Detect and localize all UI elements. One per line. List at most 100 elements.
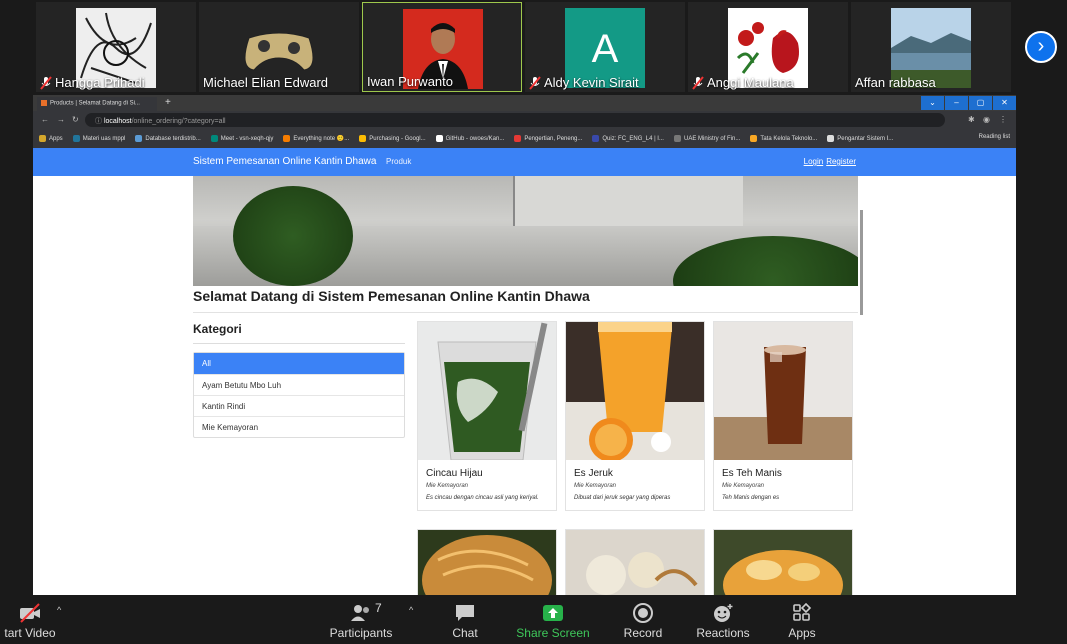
welcome-heading: Selamat Datang di Sistem Pemesanan Onlin… [193,288,590,304]
participant-name: Michael Elian Edward [203,75,329,90]
url-host: localhost [103,118,132,125]
category-item-all[interactable]: All [194,353,404,374]
bookmark-item[interactable]: Quiz: FC_ENG_L4 | I... [592,135,664,142]
participant-name: Anggi Maulana [707,75,794,90]
participant-tile[interactable]: Michael Elian Edward [199,2,359,92]
apps-grid-icon [793,603,812,621]
reactions-smiley-icon [714,604,733,622]
participants-button[interactable]: 7 Participants [325,595,397,644]
product-card[interactable] [565,529,705,595]
bookmark-item[interactable]: Pengantar Sistem I... [827,135,893,142]
hero-banner-image [193,176,858,286]
reactions-label: Reactions [696,626,750,640]
video-off-icon [20,603,40,623]
gamepad-extension-icon[interactable]: ◉ [983,115,990,124]
product-image [418,530,556,595]
bookmark-item[interactable]: Everything note 🙂... [283,135,349,142]
new-tab-plus-icon[interactable]: + [165,97,171,108]
product-description: Es cincau dengan cincau asli yang keriya… [426,495,539,501]
bookmark-item[interactable]: Apps [39,135,63,142]
product-name: Es Teh Manis [722,468,782,479]
participant-tile[interactable]: A Aldy Kevin Sirait [525,2,685,92]
minimize-icon[interactable]: – [945,96,968,110]
bookmarks-bar: Apps Materi uas mppl Database terdistrib… [33,129,1016,148]
bookmark-item[interactable]: Meet - vsn-xeqh-qjy [210,135,273,142]
back-arrow-icon[interactable]: ← [41,115,49,124]
product-category: Mie Kemayoran [574,483,617,489]
site-brand[interactable]: Sistem Pemesanan Online Kantin Dhawa [193,156,376,167]
reload-icon[interactable]: ↻ [72,115,79,124]
tab-search-chevron-icon[interactable]: ⌄ [921,96,944,110]
product-card[interactable] [713,529,853,595]
participant-tile[interactable]: Affan rabbasa [851,2,1011,92]
extensions-icon[interactable]: ✱ [968,115,975,124]
apps-label: Apps [788,626,816,640]
product-card[interactable]: Es Jeruk Mie Kemayoran Dibuat dari jeruk… [565,321,705,511]
browser-tab[interactable]: Products | Selamat Datang di Si... [37,97,157,111]
participants-label: Participants [329,626,393,640]
category-list: All Ayam Betutu Mbo Luh Kantin Rindi Mie… [193,352,405,438]
product-category: Mie Kemayoran [426,483,469,489]
close-icon[interactable]: ✕ [993,96,1016,110]
next-page-arrow-icon[interactable]: › [1025,31,1057,63]
divider [193,343,405,344]
zoom-toolbar: tart Video ^ 7 Participants ^ Chat Share… [0,595,1067,644]
participant-name: Affan rabbasa [855,75,936,90]
product-category: Mie Kemayoran [722,483,765,489]
product-name: Cincau Hijau [426,468,483,479]
category-item[interactable]: Ayam Betutu Mbo Luh [194,374,404,395]
muted-mic-icon [40,75,52,90]
bookmark-item[interactable]: UAE Ministry of Fin... [673,135,740,142]
product-card[interactable]: Cincau Hijau Mie Kemayoran Es cincau den… [417,321,557,511]
login-link[interactable]: Login [804,157,824,166]
bookmark-item[interactable]: GitHub - owoes/Kan... [435,135,504,142]
record-button[interactable]: Record [618,595,668,644]
muted-mic-icon [692,75,704,90]
nav-produk-link[interactable]: Produk [386,157,411,166]
share-screen-button[interactable]: Share Screen [515,595,591,644]
auth-links: Login Register [801,157,856,166]
browser-toolbar: ← → ↻ ⓘ localhost/online_ordering/?categ… [33,111,1016,129]
address-bar[interactable]: ⓘ localhost/online_ordering/?category=al… [85,113,945,127]
browser-tabstrip: Products | Selamat Datang di Si... + ⌄ –… [33,95,1016,111]
product-card[interactable]: Es Teh Manis Mie Kemayoran Teh Manis den… [713,321,853,511]
shared-screen: Products | Selamat Datang di Si... + ⌄ –… [33,95,1016,595]
bookmark-item[interactable]: Pengertian, Peneng... [514,135,582,142]
url-path: /online_ordering/?category=all [131,118,226,125]
apps-button[interactable]: Apps [780,595,824,644]
participant-name: Hangga Prihadi [55,75,145,90]
start-video-button[interactable]: tart Video [0,595,60,644]
category-item[interactable]: Kantin Rindi [194,395,404,416]
video-options-caret-icon[interactable]: ^ [57,605,61,615]
maximize-icon[interactable]: ▢ [969,96,992,110]
chat-icon [456,605,474,621]
share-screen-label: Share Screen [516,626,590,640]
reactions-button[interactable]: Reactions [692,595,754,644]
bookmark-item[interactable]: Tata Kelola Teknolo... [750,135,817,142]
register-link[interactable]: Register [826,157,856,166]
participant-tile[interactable]: Anggi Maulana [688,2,848,92]
participants-count: 7 [375,601,382,615]
bookmark-item[interactable]: Purchasing - Googl... [359,135,426,142]
chat-button[interactable]: Chat [440,595,490,644]
category-item[interactable]: Mie Kemayoran [194,416,404,437]
zoom-window: Hangga Prihadi Michael Elian Edward Iwan… [0,0,1067,644]
reading-list-button[interactable]: Reading list [979,134,1010,140]
participant-name: Aldy Kevin Sirait [544,75,639,90]
participants-caret-icon[interactable]: ^ [409,605,413,615]
product-description: Teh Manis dengan es [722,495,780,501]
bookmark-item[interactable]: Database terdistrib... [135,135,201,142]
product-name: Es Jeruk [574,468,613,479]
bookmark-item[interactable]: Materi uas mppl [72,135,125,142]
chat-label: Chat [452,626,478,640]
muted-mic-icon [529,75,541,90]
menu-dots-icon[interactable]: ⋮ [999,115,1007,124]
divider [193,312,858,313]
forward-arrow-icon[interactable]: → [57,115,65,124]
product-card[interactable] [417,529,557,595]
record-label: Record [623,626,663,640]
page-scrollbar[interactable] [860,210,863,315]
participant-tile[interactable]: Hangga Prihadi [36,2,196,92]
participant-tile-active[interactable]: Iwan Purwanto [362,2,522,92]
info-icon: ⓘ [95,118,104,125]
